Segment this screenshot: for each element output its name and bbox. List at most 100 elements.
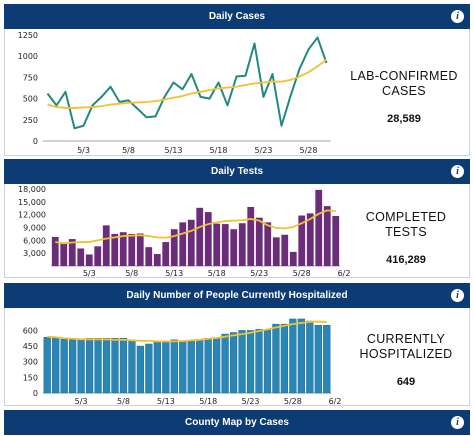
hospitalized-bar <box>119 338 128 394</box>
hospitalized-chart: 0 150 300 450 600 5/3 5/8 5/13 5/18 5/23 5/28 6/2 <box>23 318 341 406</box>
tests-stat-value: 416,289 <box>386 254 426 266</box>
tests-bar <box>238 223 246 266</box>
x-tick-label: 5/23 <box>242 397 260 406</box>
hospitalized-bar <box>162 340 170 394</box>
tests-bar <box>230 229 238 266</box>
hospitalized-bar <box>213 337 221 394</box>
tests-bar <box>94 246 102 266</box>
hospitalized-stat-value: 649 <box>396 376 416 388</box>
daily-tests-panel: 3,000 6,000 9,000 12,000 15,000 18,000 5/3 5/8 5… <box>4 184 470 278</box>
x-tick-label: 5/13 <box>165 269 183 278</box>
daily-cases-title: Daily Cases <box>208 11 266 22</box>
hospitalized-bar <box>102 338 111 394</box>
hospitalized-bar <box>85 338 94 394</box>
tests-bar <box>255 217 263 266</box>
tests-bar <box>102 225 110 266</box>
tests-bar <box>85 254 93 266</box>
x-tick-label: 5/28 <box>284 397 302 406</box>
daily-cases-panel: 0 250 500 750 1000 1250 5/3 5/8 5/13 5/18 5/23 5/28… <box>4 29 470 156</box>
hospitalized-bar <box>246 330 255 394</box>
x-tick-label: 5/3 <box>83 269 96 278</box>
y-tick-label: 6,000 <box>23 236 46 245</box>
hospitalized-bar <box>297 318 305 394</box>
y-tick-label: 3,000 <box>23 249 46 258</box>
hospitalized-bar <box>43 336 51 394</box>
tests-stat: COMPLETED TESTS 416,289 <box>345 210 467 266</box>
hospitalized-bar <box>170 339 178 394</box>
tests-bar <box>323 206 331 266</box>
hospitalized-bar <box>289 318 297 394</box>
tests-bar <box>332 215 340 266</box>
x-tick-label: 5/8 <box>122 146 135 155</box>
tests-bar <box>247 206 255 266</box>
hospitalized-bar <box>229 332 238 394</box>
x-tick-label: 5/8 <box>125 269 138 278</box>
x-tick-label: 5/13 <box>165 146 183 155</box>
x-tick-label: 5/18 <box>208 269 226 278</box>
y-tick-label: 1000 <box>18 52 38 61</box>
tests-bar <box>77 248 85 266</box>
hospitalized-bar <box>263 329 272 394</box>
tests-bar <box>162 242 170 266</box>
x-tick-label: 5/3 <box>75 397 88 406</box>
hospitalized-bar <box>136 345 145 394</box>
x-tick-label: 5/13 <box>157 397 175 406</box>
y-tick-label: 18,000 <box>18 185 46 194</box>
moving-average-line <box>55 209 336 245</box>
y-tick-label: 500 <box>23 95 38 104</box>
hospitalized-bar <box>111 338 119 394</box>
y-tick-label: 250 <box>23 116 38 125</box>
hospitalized-bar <box>145 343 153 394</box>
tests-bar <box>221 224 229 266</box>
tests-bar <box>306 213 314 266</box>
y-tick-label: 1250 <box>18 31 38 40</box>
cases-stat-value: 28,589 <box>387 113 421 125</box>
tests-bar <box>128 233 136 266</box>
hospitalized-bar <box>221 333 229 394</box>
info-icon[interactable]: i <box>451 289 464 302</box>
y-tick-label: 300 <box>23 358 38 367</box>
info-icon[interactable]: i <box>451 10 464 23</box>
hospitalized-bar <box>69 339 77 394</box>
daily-cases-line <box>46 36 328 130</box>
hospitalized-bar <box>196 339 204 394</box>
hospitalized-bar <box>255 329 263 394</box>
tests-bar <box>153 254 161 266</box>
daily-cases-header: Daily Cases i <box>4 4 470 29</box>
tests-bar <box>145 247 153 266</box>
y-tick-label: 12,000 <box>18 211 46 220</box>
x-tick-label: 5/28 <box>300 146 318 155</box>
tests-bar <box>196 207 204 266</box>
y-tick-label: 450 <box>23 342 38 351</box>
x-tick-label: 5/23 <box>250 269 268 278</box>
daily-tests-header: Daily Tests i <box>4 159 470 184</box>
hospitalized-bar <box>128 340 136 394</box>
hospitalized-bar <box>238 330 246 394</box>
hospitalized-bar <box>179 340 187 394</box>
daily-cases-chart: 0 250 500 750 1000 1250 5/3 5/8 5/13 5/18 5/23 5/28 <box>18 31 331 155</box>
moving-average-line <box>47 58 328 109</box>
tests-bar <box>272 237 280 266</box>
y-tick-label: 15,000 <box>18 198 46 207</box>
hospitalized-bar <box>52 337 60 394</box>
hospitalized-title: Daily Number of People Currently Hospita… <box>126 290 348 301</box>
x-tick-label: 5/18 <box>210 146 228 155</box>
y-tick-label: 600 <box>23 326 38 335</box>
info-icon[interactable]: i <box>451 165 464 178</box>
hospitalized-bar <box>306 320 314 394</box>
x-tick-label: 5/8 <box>117 397 130 406</box>
tests-bar <box>136 233 144 266</box>
hospitalized-bar <box>60 339 68 394</box>
info-icon[interactable]: i <box>451 416 464 429</box>
tests-bar <box>60 242 68 266</box>
hospitalized-bar <box>187 340 195 394</box>
tests-bar <box>204 212 212 266</box>
tests-bar <box>111 233 119 266</box>
tests-bar <box>51 236 59 266</box>
tests-bar <box>187 219 195 266</box>
y-tick-label: 0 <box>33 137 38 146</box>
hospitalized-bar <box>94 338 102 394</box>
x-tick-label: 5/3 <box>77 146 90 155</box>
y-tick-label: 750 <box>23 73 38 82</box>
cases-stat-label: LAB-CONFIRMED CASES <box>350 69 458 98</box>
